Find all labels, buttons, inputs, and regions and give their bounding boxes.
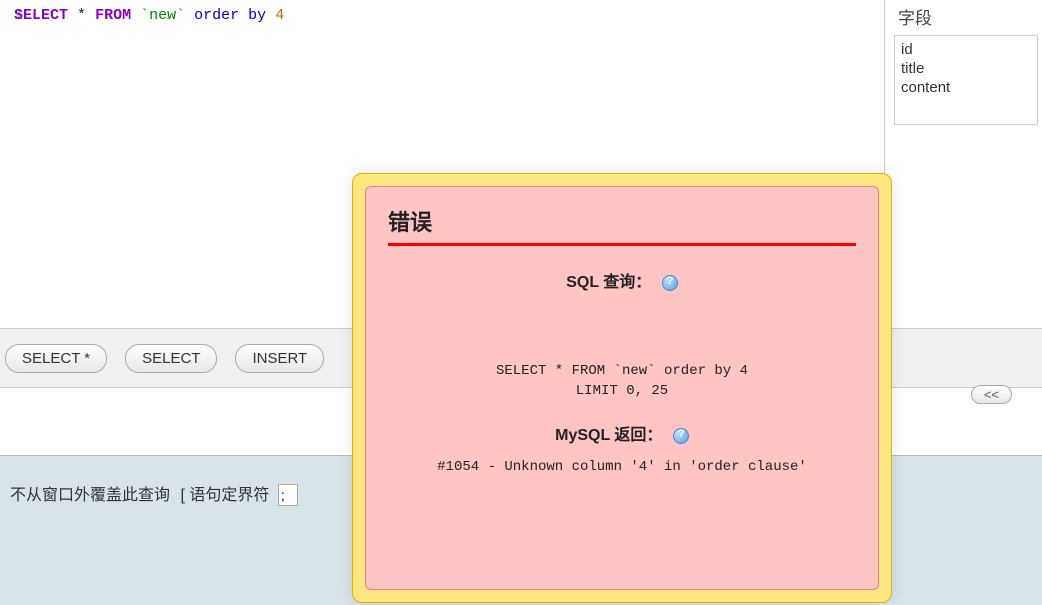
number-token: 4 [275, 7, 284, 24]
field-item[interactable]: id [901, 40, 1031, 59]
mysql-return-label-text: MySQL 返回： [555, 427, 662, 444]
select-button[interactable]: SELECT [125, 344, 217, 373]
help-icon[interactable] [662, 275, 678, 291]
error-modal: 错误 SQL 查询： SELECT * FROM `new` order by … [352, 173, 892, 603]
keyword-order: order [194, 7, 239, 24]
star-token: * [77, 7, 86, 24]
keyword-from: FROM [95, 7, 131, 24]
sql-query-label: SQL 查询： [388, 268, 856, 292]
help-icon[interactable] [673, 428, 689, 444]
mysql-return-label: MySQL 返回： [388, 421, 856, 445]
keyword-select: SELECT [14, 7, 68, 24]
error-inner: 错误 SQL 查询： SELECT * FROM `new` order by … [365, 186, 879, 590]
no-overwrite-label: 不从窗口外覆盖此查询 [10, 487, 170, 504]
field-item[interactable]: title [901, 59, 1031, 78]
insert-button[interactable]: INSERT [235, 344, 324, 373]
select-star-button[interactable]: SELECT * [5, 344, 107, 373]
error-code: #1054 - Unknown column '4' in 'order cla… [388, 459, 856, 475]
keyword-by: by [248, 7, 266, 24]
fields-header: 字段 [890, 0, 1042, 33]
delimiter-label: [ 语句定界符 [180, 487, 269, 504]
sql-editor[interactable]: 1SELECT * FROM `new` order by 4 [10, 5, 874, 26]
sql-query-label-text: SQL 查询： [566, 274, 651, 291]
error-sql-text: SELECT * FROM `new` order by 4 LIMIT 0, … [388, 362, 856, 401]
table-name-token: `new` [140, 7, 185, 24]
collapse-button[interactable]: << [971, 385, 1012, 404]
error-title: 错误 [388, 205, 856, 246]
field-item[interactable]: content [901, 78, 1031, 97]
fields-list[interactable]: id title content [894, 35, 1038, 125]
delimiter-input[interactable] [278, 484, 298, 506]
fields-panel: 字段 id title content [890, 0, 1042, 315]
